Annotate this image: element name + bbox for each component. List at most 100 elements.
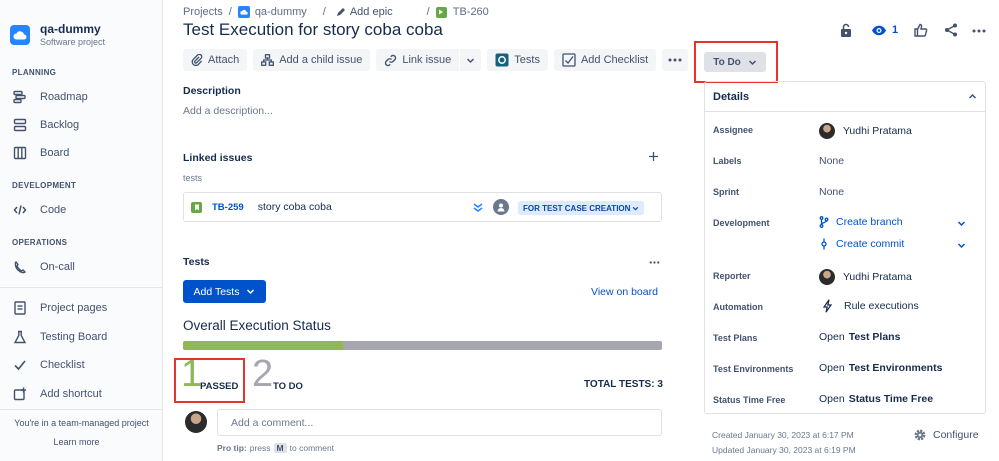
project-type: Software project	[40, 37, 106, 47]
configure-label: Configure	[933, 429, 979, 441]
sidebar-item-testing-board[interactable]: Testing Board	[12, 329, 107, 345]
description-input[interactable]: Add a description...	[183, 105, 273, 117]
progress-todo-segment	[342, 341, 662, 350]
view-on-board-link[interactable]: View on board	[591, 286, 658, 298]
sidebar-item-project-pages[interactable]: Project pages	[12, 300, 107, 316]
sidebar-item-checklist[interactable]: Checklist	[12, 357, 85, 373]
highlight-status	[694, 41, 778, 83]
add-tests-button[interactable]: Add Tests	[183, 280, 266, 303]
shortcut-key: M	[273, 443, 287, 453]
breadcrumb-issue[interactable]: TB-260	[435, 6, 495, 18]
status-time-label: Status Time Free	[713, 395, 786, 405]
page-icon	[12, 300, 28, 316]
attach-button[interactable]: Attach	[183, 49, 248, 71]
pro-tip-prefix: Pro tip:	[217, 443, 247, 453]
lock-button[interactable]	[840, 23, 852, 37]
commit-icon	[819, 238, 829, 250]
add-link-button[interactable]	[648, 151, 659, 162]
assignee-label: Assignee	[713, 125, 754, 135]
hierarchy-icon	[261, 54, 275, 66]
test-plans-link[interactable]: Open Test Plans	[819, 331, 900, 343]
sidebar: qa-dummy Software project PLANNING Roadm…	[0, 0, 163, 461]
priority-lowest-icon	[472, 201, 484, 213]
configure-button[interactable]: Configure	[913, 428, 979, 442]
sidebar-item-board[interactable]: Board	[12, 145, 69, 161]
more-options-button[interactable]	[972, 29, 986, 33]
thumbs-up-icon	[914, 23, 928, 37]
sidebar-item-label: Testing Board	[40, 331, 108, 343]
chevron-down-icon	[246, 287, 255, 296]
section-operations: OPERATIONS	[12, 238, 68, 247]
progress-passed-segment	[183, 341, 343, 350]
sidebar-item-roadmap[interactable]: Roadmap	[12, 89, 88, 105]
branch-icon	[819, 216, 829, 228]
assignee-value[interactable]: Yudhi Pratama	[819, 123, 912, 139]
project-name: qa-dummy	[40, 22, 101, 36]
rule-executions-label: Rule executions	[844, 300, 919, 312]
sidebar-item-label: Roadmap	[40, 91, 88, 103]
watch-button[interactable]: 1	[871, 24, 898, 36]
test-environments-link[interactable]: Open Test Environments	[819, 362, 942, 374]
sidebar-item-backlog[interactable]: Backlog	[12, 117, 79, 133]
link-type-label: tests	[183, 173, 203, 183]
checkbox-icon	[562, 53, 576, 67]
test-environments-label: Test Environments	[713, 364, 794, 374]
breadcrumb: Projects / qa-dummy / Add epic / TB-260	[183, 6, 501, 18]
learn-more-link[interactable]: Learn more	[0, 437, 153, 447]
chevron-down-icon	[633, 206, 639, 211]
breadcrumb-project-name: qa-dummy	[254, 6, 307, 18]
linked-issue-status[interactable]: FOR TEST CASE CREATION	[518, 201, 645, 215]
sidebar-item-on-call[interactable]: On-call	[12, 259, 75, 275]
link-issue-button[interactable]: Link issue	[376, 49, 460, 71]
test-plans-prefix: Open	[819, 331, 845, 343]
linked-status-label: FOR TEST CASE CREATION	[523, 203, 631, 213]
rule-executions-link[interactable]: Rule executions	[819, 299, 919, 313]
sidebar-item-add-shortcut[interactable]: Add shortcut	[12, 386, 102, 402]
labels-label: Labels	[713, 156, 742, 166]
breadcrumb-add-epic[interactable]: Add epic	[336, 6, 399, 18]
breadcrumb-projects[interactable]: Projects	[183, 6, 223, 18]
sidebar-item-label: Add shortcut	[40, 388, 102, 400]
sidebar-divider	[0, 409, 163, 410]
labels-value[interactable]: None	[819, 155, 844, 167]
sprint-label: Sprint	[713, 187, 739, 197]
add-child-issue-button[interactable]: Add a child issue	[253, 49, 371, 71]
sidebar-item-code[interactable]: Code	[12, 202, 66, 218]
status-time-link[interactable]: Open Status Time Free	[819, 393, 933, 405]
create-branch-link[interactable]: Create branch	[819, 216, 969, 228]
issue-title[interactable]: Test Execution for story coba coba	[183, 20, 443, 40]
sidebar-item-label: Checklist	[40, 359, 85, 371]
eye-icon	[871, 25, 887, 36]
create-commit-link[interactable]: Create commit	[819, 238, 969, 250]
created-timestamp: Created January 30, 2023 at 6:17 PM	[712, 430, 854, 440]
link-issue-dropdown[interactable]	[460, 49, 482, 71]
share-button[interactable]	[944, 23, 958, 37]
gear-icon	[913, 428, 927, 442]
overall-status-title: Overall Execution Status	[183, 318, 331, 333]
test-env-prefix: Open	[819, 362, 845, 374]
add-checklist-button[interactable]: Add Checklist	[553, 49, 657, 71]
tests-more-button[interactable]	[649, 261, 660, 264]
like-button[interactable]	[914, 23, 928, 37]
breadcrumb-project[interactable]: qa-dummy	[237, 6, 313, 18]
linked-issue-row[interactable]: TB-259 story coba coba FOR TEST CASE CRE…	[183, 192, 662, 222]
more-actions-button[interactable]	[662, 49, 689, 71]
tests-button[interactable]: Tests	[487, 49, 548, 71]
comment-placeholder: Add a comment...	[231, 416, 314, 429]
more-icon	[668, 58, 682, 62]
execution-progress-bar	[183, 341, 662, 350]
linked-issue-key[interactable]: TB-259	[212, 202, 244, 213]
add-checklist-label: Add Checklist	[580, 54, 649, 66]
details-header[interactable]: Details	[705, 82, 985, 112]
sidebar-item-label: Board	[40, 147, 70, 159]
sprint-value[interactable]: None	[819, 186, 844, 198]
commenter-avatar	[185, 411, 207, 433]
reporter-value[interactable]: Yudhi Pratama	[819, 269, 912, 285]
comment-input[interactable]: Add a comment...	[217, 409, 662, 436]
watch-count: 1	[892, 24, 899, 36]
paperclip-icon	[191, 54, 203, 66]
project-header[interactable]: qa-dummy Software project	[10, 22, 105, 48]
linked-issue-summary[interactable]: story coba coba	[258, 201, 332, 213]
add-epic-label: Add epic	[349, 6, 393, 18]
unassigned-avatar-icon	[493, 199, 509, 215]
